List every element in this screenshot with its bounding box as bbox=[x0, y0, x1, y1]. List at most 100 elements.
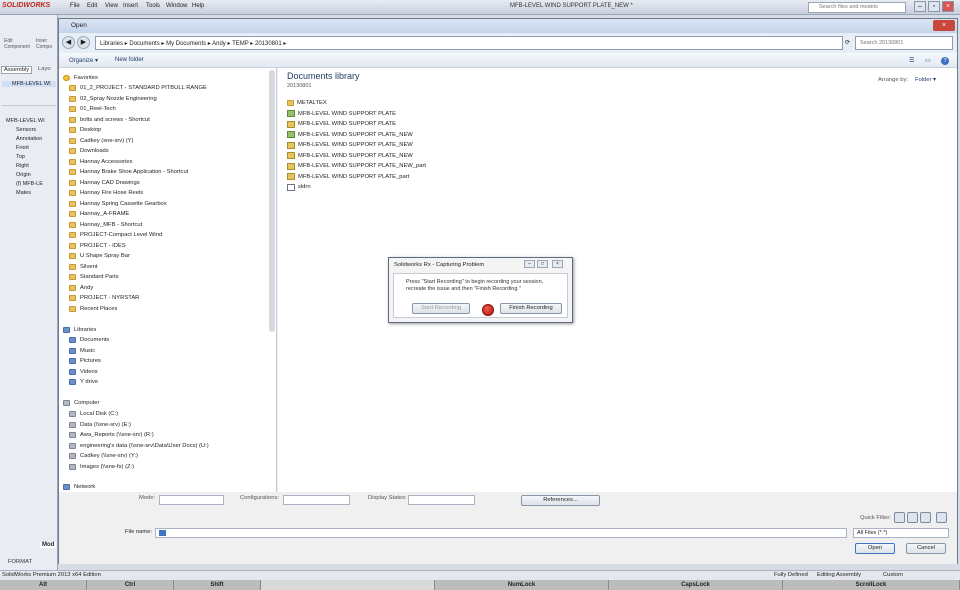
tree-item[interactable]: Sensors bbox=[16, 127, 36, 133]
nav-drive-item[interactable]: Local Disk (C:) bbox=[69, 409, 118, 419]
tree-item[interactable]: Mates bbox=[16, 190, 31, 196]
file-item[interactable]: MFB-LEVEL WIND SUPPORT PLATE_part bbox=[287, 172, 409, 182]
menu-insert[interactable]: Insert bbox=[123, 3, 138, 9]
tree-item[interactable]: Origin bbox=[16, 172, 31, 178]
mode-dropdown[interactable] bbox=[159, 495, 224, 505]
nav-favorite-item[interactable]: PROJECT - IDES bbox=[69, 241, 126, 251]
breadcrumb-20130801[interactable]: 20130801 bbox=[255, 41, 282, 47]
nav-computer[interactable]: Computer bbox=[63, 398, 99, 408]
edit-component-label[interactable]: Edit Component bbox=[4, 38, 30, 50]
menu-tools[interactable]: Tools bbox=[146, 3, 160, 9]
nav-favorite-item[interactable]: Desktop bbox=[69, 125, 101, 135]
root-component[interactable]: MFB-LEVEL WI bbox=[2, 81, 56, 87]
file-type-dropdown[interactable]: All Files (*.*) bbox=[853, 528, 949, 538]
filter-top-level-icon[interactable] bbox=[936, 512, 947, 523]
nav-favorite-item[interactable]: Hannay Fire Hose Reels bbox=[69, 188, 143, 198]
organize-button[interactable]: Organize ▾ bbox=[69, 57, 98, 64]
file-item[interactable]: MFB-LEVEL WIND SUPPORT PLATE bbox=[287, 109, 396, 119]
address-bar[interactable]: Libraries ▸ Documents ▸ My Documents ▸ A… bbox=[95, 36, 843, 50]
insert-component-label[interactable]: Inser Compo bbox=[36, 38, 56, 50]
nav-favorite-item[interactable]: Standard Parts bbox=[69, 272, 119, 282]
menu-view[interactable]: View bbox=[105, 3, 118, 9]
minimize-icon[interactable]: – bbox=[914, 1, 926, 12]
nav-favorite-item[interactable]: Hannay CAD Drawings bbox=[69, 178, 140, 188]
menu-file[interactable]: File bbox=[70, 3, 80, 9]
nav-library-item[interactable]: Documents bbox=[69, 335, 109, 345]
minimize-icon[interactable]: – bbox=[524, 260, 535, 268]
restore-icon[interactable]: ▫ bbox=[928, 1, 940, 12]
nav-favorite-item[interactable]: PROJECT - NYRSTAR bbox=[69, 293, 139, 303]
file-name-input[interactable] bbox=[155, 528, 847, 538]
start-recording-button[interactable]: Start Recording bbox=[412, 303, 470, 314]
new-folder-button[interactable]: New folder bbox=[115, 57, 144, 63]
file-item[interactable]: MFB-LEVEL WIND SUPPORT PLATE_NEW bbox=[287, 130, 413, 140]
nav-favorites[interactable]: Favorites bbox=[63, 73, 98, 83]
refresh-icon[interactable]: ⟳ bbox=[845, 39, 850, 46]
tab-layout[interactable]: Layo bbox=[36, 66, 53, 72]
menu-help[interactable]: Help bbox=[192, 3, 204, 9]
tree-item[interactable]: Front bbox=[16, 145, 29, 151]
file-item[interactable]: METALTEX bbox=[287, 98, 327, 108]
nav-libraries[interactable]: Libraries bbox=[63, 325, 96, 335]
maximize-icon[interactable]: □ bbox=[537, 260, 548, 268]
forward-icon[interactable]: ▶ bbox=[77, 36, 90, 49]
folder-search-input[interactable]: Search 20130801 bbox=[855, 36, 953, 50]
tree-item[interactable]: Top bbox=[16, 154, 25, 160]
nav-favorite-item[interactable]: Recent Places bbox=[69, 304, 117, 314]
file-item[interactable]: MFB-LEVEL WIND SUPPORT PLATE_NEW bbox=[287, 151, 413, 161]
breadcrumb-libraries[interactable]: Libraries bbox=[100, 41, 123, 47]
view-options-icon[interactable]: ☰ bbox=[909, 57, 914, 64]
nav-favorite-item[interactable]: Hannay_A-FRAME bbox=[69, 209, 129, 219]
help-icon[interactable]: ? bbox=[941, 57, 949, 65]
file-item[interactable]: sldrn bbox=[287, 182, 311, 192]
arrange-by-dropdown[interactable]: Folder ▾ bbox=[915, 77, 936, 83]
nav-favorite-item[interactable]: bolts and screws - Shortcut bbox=[69, 115, 150, 125]
nav-library-item[interactable]: Pictures bbox=[69, 356, 101, 366]
dialog-close-button[interactable]: × bbox=[933, 20, 955, 31]
menu-window[interactable]: Window bbox=[166, 3, 187, 9]
close-icon[interactable]: × bbox=[942, 1, 954, 12]
configurations-dropdown[interactable] bbox=[283, 495, 350, 505]
units-dropdown[interactable]: Custom bbox=[883, 572, 903, 578]
close-icon[interactable]: × bbox=[552, 260, 563, 268]
nav-favorite-item[interactable]: 02_Spray Nozzle Engineering bbox=[69, 94, 157, 104]
tree-item[interactable]: MFB-LEVEL WI bbox=[6, 118, 45, 124]
display-states-dropdown[interactable] bbox=[408, 495, 475, 505]
tree-item[interactable]: Annotation bbox=[16, 136, 42, 142]
nav-library-item[interactable]: Y drive bbox=[69, 377, 98, 387]
filter-drawings-icon[interactable] bbox=[920, 512, 931, 523]
references-button[interactable]: References... bbox=[521, 495, 600, 506]
nav-favorite-item[interactable]: Silvent bbox=[69, 262, 97, 272]
breadcrumb-andy[interactable]: Andy bbox=[212, 41, 226, 47]
nav-drive-item[interactable]: Data (\\sne-srv) (E:) bbox=[69, 420, 131, 430]
nav-drive-item[interactable]: Cadkey (\\sne-srv) (Y:) bbox=[69, 451, 138, 461]
nav-favorite-item[interactable]: Hannay Accessories bbox=[69, 157, 133, 167]
nav-favorite-item[interactable]: Hannay_MFB - Shortcut bbox=[69, 220, 142, 230]
nav-favorite-item[interactable]: PROJECT-Compact Level Wind bbox=[69, 230, 162, 240]
nav-favorite-item[interactable]: U Shape Spray Bar bbox=[69, 251, 130, 261]
nav-favorite-item[interactable]: Andy bbox=[69, 283, 93, 293]
nav-favorite-item[interactable]: 01_Reel-Tech bbox=[69, 104, 116, 114]
nav-library-item[interactable]: Videos bbox=[69, 367, 98, 377]
tab-assembly[interactable]: Assembly bbox=[1, 66, 33, 74]
nav-favorite-item[interactable]: Cadkey (sne-srv) (Y) bbox=[69, 136, 133, 146]
file-item[interactable]: MFB-LEVEL WIND SUPPORT PLATE_NEW bbox=[287, 140, 413, 150]
nav-drive-item[interactable]: Awa_Reports (\\sne-srv) (R:) bbox=[69, 430, 154, 440]
file-item[interactable]: MFB-LEVEL WIND SUPPORT PLATE_NEW_part bbox=[287, 161, 426, 171]
tree-item[interactable]: Right bbox=[16, 163, 29, 169]
nav-library-item[interactable]: Music bbox=[69, 346, 95, 356]
nav-favorite-item[interactable]: Hannay Spring Cassette Gearbox bbox=[69, 199, 167, 209]
cancel-button[interactable]: Cancel bbox=[906, 543, 946, 554]
breadcrumb-temp[interactable]: TEMP bbox=[232, 41, 249, 47]
finish-recording-button[interactable]: Finish Recording bbox=[500, 303, 562, 314]
nav-network[interactable]: Network bbox=[63, 482, 95, 492]
file-item[interactable]: MFB-LEVEL WIND SUPPORT PLATE bbox=[287, 119, 396, 129]
breadcrumb-documents[interactable]: Documents bbox=[129, 41, 159, 47]
tree-item[interactable]: (f) MFB-LE bbox=[16, 181, 43, 187]
tab-model[interactable]: Mod bbox=[40, 542, 57, 548]
help-search-input[interactable]: Search files and models bbox=[808, 2, 906, 13]
menu-edit[interactable]: Edit bbox=[87, 3, 97, 9]
back-icon[interactable]: ◀ bbox=[62, 36, 75, 49]
nav-favorite-item[interactable]: 01_2_PROJECT - STANDARD PITBULL RANGE bbox=[69, 83, 207, 93]
filter-assemblies-icon[interactable] bbox=[907, 512, 918, 523]
